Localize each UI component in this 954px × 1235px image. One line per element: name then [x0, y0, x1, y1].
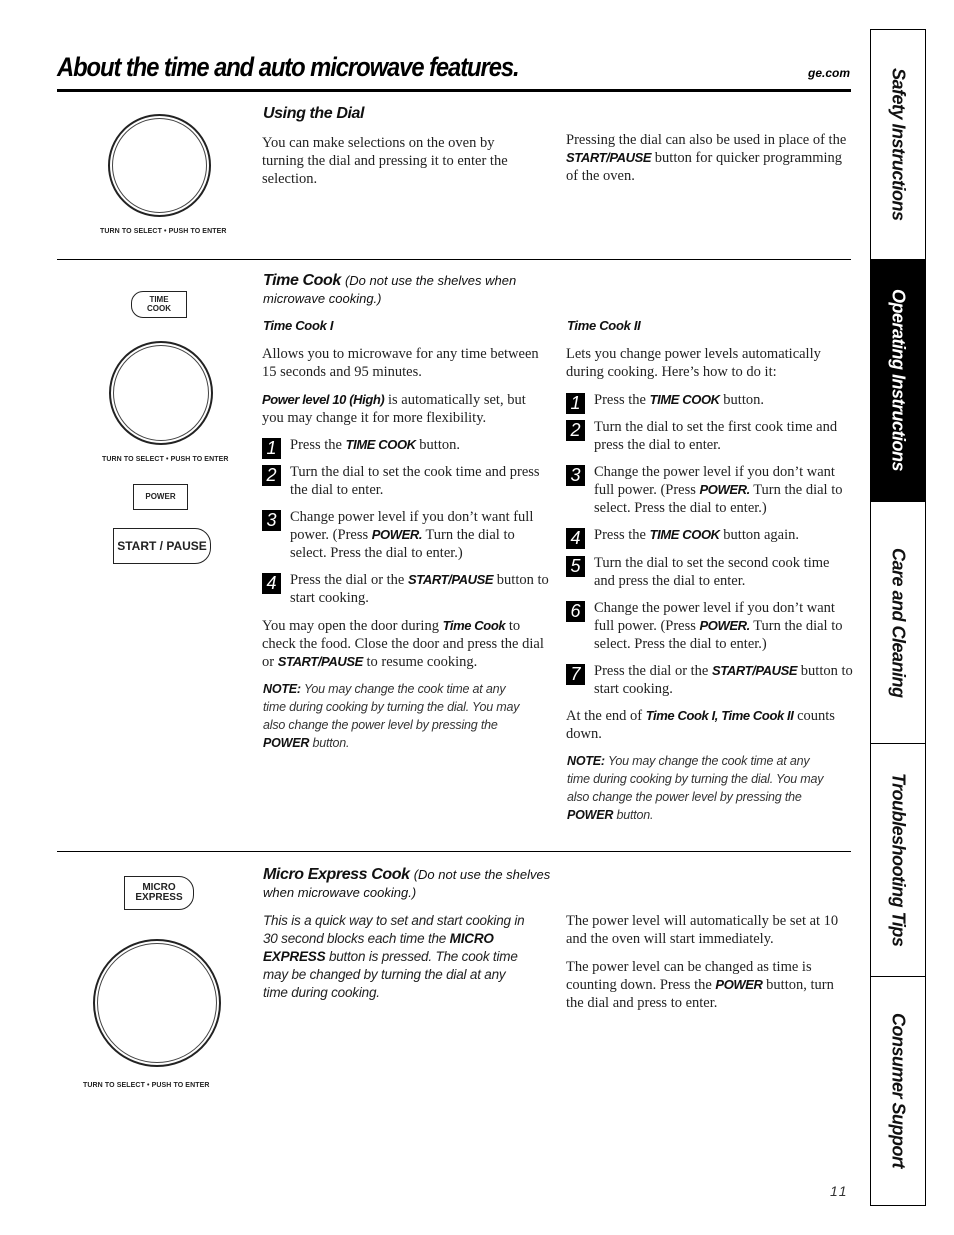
time-cook-ii-step: 5 Turn the dial to set the second cook ti… [566, 554, 854, 590]
time-cook-i-step: 1 Press the TIME COOK button. [262, 436, 550, 459]
time-cook-ii-step: 3 Change the power level if you don’t wan… [566, 463, 856, 517]
time-cook-ii-heading: Time Cook II [567, 318, 641, 333]
time-cook-heading: Time Cook (Do not use the shelves when m… [263, 272, 517, 306]
time-cook-i-power-text: Power level 10 (High) is automatically s… [262, 392, 526, 426]
micro-express-heading: Micro Express Cook (Do not use the shelv… [263, 866, 551, 900]
site-link[interactable]: ge.com [808, 66, 850, 80]
time-cook-i-step: 4 Press the dial or the START/PAUSE butto… [262, 571, 550, 607]
header-rule [57, 89, 851, 92]
tab-operating-instructions[interactable]: Operating Instructions [871, 260, 925, 502]
tab-troubleshooting-tips[interactable]: Troubleshooting Tips [871, 744, 925, 977]
dial-illustration [93, 939, 221, 1067]
dial-illustration [108, 114, 211, 217]
time-cook-ii-step: 7 Press the dial or the START/PAUSE butto… [566, 662, 854, 698]
micro-express-description: This is a quick way to set and start coo… [263, 913, 525, 1000]
dial-illustration [109, 341, 213, 445]
time-cook-i-door-text: You may open the door during Time Cook t… [262, 618, 544, 670]
tab-consumer-support[interactable]: Consumer Support [871, 977, 925, 1205]
dial-caption: TURN TO SELECT • PUSH TO ENTER [100, 228, 227, 235]
time-cook-ii-step: 6 Change the power level if you don’t wan… [566, 599, 856, 653]
micro-express-button-illustration: MICRO EXPRESS [124, 876, 194, 910]
time-cook-button-illustration: TIME COOK [131, 291, 187, 318]
dial-caption: TURN TO SELECT • PUSH TO ENTER [83, 1082, 210, 1089]
page-number: 11 [830, 1183, 849, 1199]
micro-express-right-text-2: The power level can be changed as time i… [566, 959, 834, 1011]
section-tabs: Safety Instructions Operating Instructio… [870, 29, 926, 1206]
tab-safety-instructions[interactable]: Safety Instructions [871, 30, 925, 260]
dial-caption: TURN TO SELECT • PUSH TO ENTER [102, 456, 229, 463]
time-cook-i-note: NOTE: You may change the cook time at an… [263, 682, 520, 750]
start-pause-button-illustration: START / PAUSE [113, 528, 211, 564]
time-cook-ii-step: 4 Press the TIME COOK button again. [566, 526, 854, 549]
time-cook-ii-note: NOTE: You may change the cook time at an… [567, 754, 824, 822]
time-cook-i-step: 3 Change power level if you don’t want fu… [262, 508, 552, 562]
tab-care-and-cleaning[interactable]: Care and Cleaning [871, 502, 925, 744]
time-cook-ii-end-text: At the end of Time Cook I, Time Cook II … [566, 708, 835, 742]
time-cook-ii-intro: Lets you change power levels automatical… [566, 346, 821, 380]
time-cook-ii-step: 1 Press the TIME COOK button. [566, 391, 854, 414]
power-button-illustration: POWER [133, 484, 188, 510]
micro-express-right-text-1: The power level will automatically be se… [566, 913, 839, 947]
using-dial-left-text: You can make selections on the oven by t… [262, 135, 508, 187]
time-cook-i-intro: Allows you to microwave for any time bet… [262, 346, 539, 380]
page-title: About the time and auto microwave featur… [57, 52, 520, 82]
using-dial-heading: Using the Dial [263, 105, 365, 122]
time-cook-i-step: 2 Turn the dial to set the cook time and … [262, 463, 550, 499]
using-dial-right-text: Pressing the dial can also be used in pl… [566, 132, 847, 184]
time-cook-i-heading: Time Cook I [263, 318, 334, 333]
time-cook-ii-step: 2 Turn the dial to set the first cook tim… [566, 418, 854, 454]
section-divider [57, 851, 851, 852]
section-divider [57, 259, 851, 260]
